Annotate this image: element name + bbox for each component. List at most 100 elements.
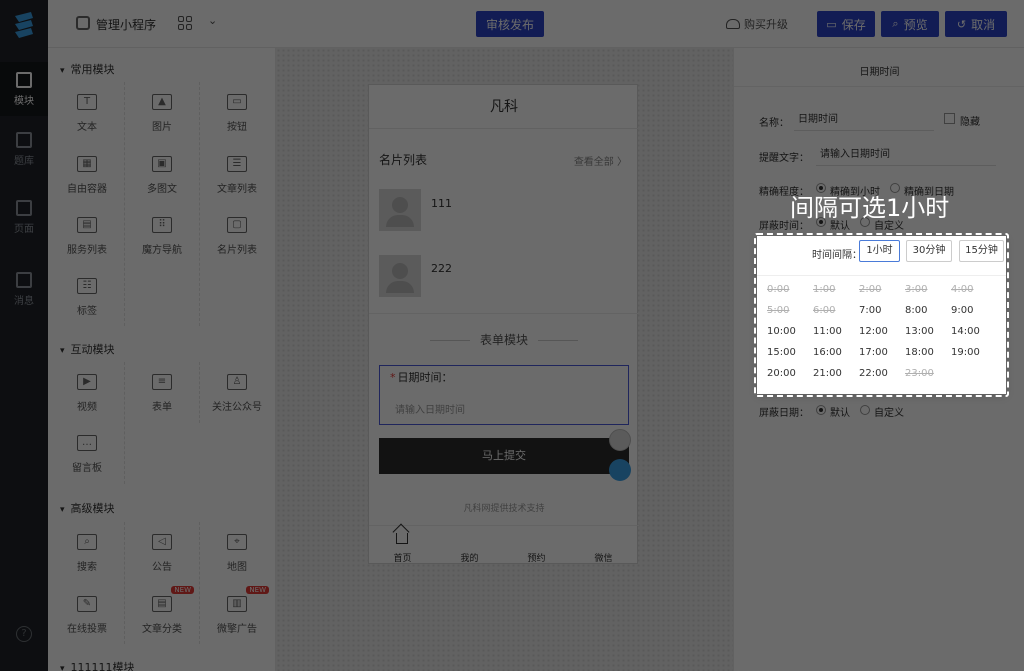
save-button[interactable]: ▭ 保存 [817, 11, 875, 37]
component-map[interactable]: ⌖ 地图 [199, 522, 275, 583]
tab-mine[interactable]: 我的 [436, 551, 503, 564]
component-ad[interactable]: NEW ▥ 微擎广告 [199, 584, 275, 645]
tab-booking[interactable]: 预约 [503, 551, 570, 564]
component-article-category[interactable]: NEW ▤ 文章分类 [124, 584, 200, 645]
component-label: 多图文 [147, 184, 177, 195]
component-button[interactable]: ▭ 按钮 [199, 82, 275, 143]
editor-canvas: 凡科 名片列表 查看全部 〉 111 222 表单模块 日期时间： 请输入日期时… [276, 48, 733, 671]
tab-wechat[interactable]: 微信 [570, 551, 637, 564]
image-icon: ▲ [152, 94, 172, 110]
name-input[interactable]: 日期时间 [794, 109, 934, 131]
component-message-board[interactable]: … 留言板 [49, 423, 125, 484]
multi-image-icon: ▣ [152, 156, 172, 172]
divider [199, 362, 200, 423]
field-label: 日期时间： [390, 369, 453, 385]
component-label: 地图 [227, 562, 247, 573]
vote-icon: ✎ [77, 596, 97, 612]
hint-input[interactable]: 请输入日期时间 [816, 144, 996, 166]
category-icon: ▤ [152, 596, 172, 612]
divider [124, 82, 125, 326]
divider [124, 362, 125, 484]
tab-home[interactable]: 首页 [369, 551, 436, 564]
component-text[interactable]: T 文本 [49, 82, 125, 143]
card-name: 111 [431, 197, 452, 210]
section-common[interactable]: 常用模块 [60, 61, 115, 77]
datetime-field[interactable]: 日期时间： 请输入日期时间 [379, 365, 629, 425]
phone-preview: 凡科 名片列表 查看全部 〉 111 222 表单模块 日期时间： 请输入日期时… [368, 84, 639, 564]
component-online-vote[interactable]: ✎ 在线投票 [49, 584, 125, 645]
divider [199, 522, 200, 644]
rail-item-pages[interactable]: 页面 [0, 190, 48, 244]
component-magic-nav[interactable]: ⠿ 魔方导航 [124, 205, 200, 266]
view-all-link[interactable]: 查看全部 〉 [574, 153, 627, 168]
rail-item-label: 题库 [14, 155, 34, 167]
mask-date-label: 屏蔽日期： [759, 408, 809, 419]
mask-date-custom-radio[interactable] [860, 405, 870, 415]
submit-button[interactable]: 马上提交 [379, 438, 629, 474]
video-icon: ▶ [77, 374, 97, 390]
help-icon[interactable]: ? [16, 626, 32, 642]
mask-date-default-radio[interactable] [816, 405, 826, 415]
hide-label: 隐藏 [960, 117, 980, 128]
component-article-list[interactable]: ☰ 文章列表 [199, 144, 275, 205]
form-module-title: 表单模块 [369, 331, 639, 348]
share-icon[interactable] [609, 429, 631, 451]
phone-title: 凡科 [369, 85, 639, 129]
mask-date-option: 默认 [830, 408, 850, 419]
section-advanced[interactable]: 高级模块 [60, 500, 115, 516]
component-follow-account[interactable]: ♙ 关注公众号 [199, 362, 275, 423]
ad-icon: ▥ [227, 596, 247, 612]
cloud-upload-icon [726, 19, 740, 29]
speaker-icon: ◁ [152, 534, 172, 550]
save-label: 保存 [841, 17, 866, 32]
section-custom[interactable]: 111111模块 [60, 659, 135, 671]
undo-icon: ↺ [956, 17, 967, 31]
component-label: 服务列表 [67, 245, 107, 256]
cancel-button[interactable]: ↺ 取消 [945, 11, 1007, 37]
card-name: 222 [431, 262, 452, 275]
component-label: 文章分类 [142, 624, 182, 635]
logo-float-icon[interactable] [609, 459, 631, 481]
rail-item-question-bank[interactable]: 题库 [0, 122, 48, 176]
dots-grid-icon: ⠿ [152, 217, 172, 233]
properties-title: 日期时间 [859, 67, 900, 78]
upgrade-label: 购买升级 [744, 18, 788, 31]
preview-button[interactable]: ⌕ 预览 [881, 11, 939, 37]
list-icon: ☰ [227, 156, 247, 172]
rail-item-label: 模块 [14, 95, 34, 107]
button-icon: ▭ [227, 94, 247, 110]
search-icon: ⌕ [892, 17, 899, 30]
message-icon [16, 271, 32, 288]
components-panel: 常用模块 T文本 ▲图片 ▭按钮 ▦自由容器 ▣多图文 ☰文章列表 ▤服务列表 … [48, 48, 276, 671]
component-multi-image-text[interactable]: ▣ 多图文 [124, 144, 200, 205]
question-icon [16, 131, 32, 148]
chevron-down-icon[interactable]: ⌄ [208, 14, 217, 27]
component-free-container[interactable]: ▦ 自由容器 [49, 144, 125, 205]
publish-button[interactable]: 审核发布 [476, 11, 544, 37]
new-badge: NEW [171, 586, 194, 594]
service-list-icon: ▤ [77, 217, 97, 233]
hide-checkbox[interactable] [944, 113, 955, 124]
hint-label: 提醒文字： [759, 153, 809, 164]
section-interactive[interactable]: 互动模块 [60, 341, 115, 357]
rail-item-label: 页面 [14, 223, 34, 235]
app-name: 管理小程序 [96, 18, 157, 32]
component-form[interactable]: ≡ 表单 [124, 362, 200, 423]
rail-item-label: 消息 [14, 295, 34, 307]
container-icon: ▦ [77, 156, 97, 172]
rail-item-modules[interactable]: 模块 [0, 62, 48, 116]
component-notice[interactable]: ◁ 公告 [124, 522, 200, 583]
grid-icon[interactable] [178, 16, 192, 30]
rail-item-messages[interactable]: 消息 [0, 262, 48, 316]
component-tag[interactable]: ☷ 标签 [49, 266, 125, 327]
tag-icon: ☷ [77, 278, 97, 294]
logo-icon [15, 12, 33, 38]
component-image[interactable]: ▲ 图片 [124, 82, 200, 143]
field-placeholder: 请输入日期时间 [395, 405, 465, 416]
component-card-list[interactable]: ▢ 名片列表 [199, 205, 275, 266]
component-search[interactable]: ⌕ 搜索 [49, 522, 125, 583]
upgrade-link[interactable]: 购买升级 [726, 16, 788, 32]
component-video[interactable]: ▶ 视频 [49, 362, 125, 423]
person-icon: ♙ [227, 374, 247, 390]
component-service-list[interactable]: ▤ 服务列表 [49, 205, 125, 266]
